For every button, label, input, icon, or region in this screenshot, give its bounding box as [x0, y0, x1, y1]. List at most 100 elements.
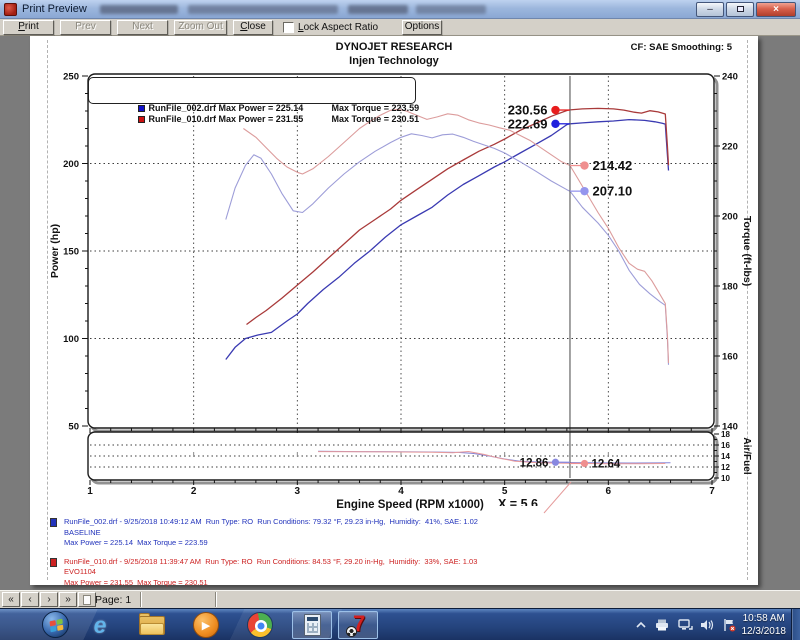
- run-max-line: Max Power = 225.14 Max Torque = 223.59: [64, 538, 478, 549]
- svg-text:16: 16: [721, 441, 730, 450]
- close-preview-button[interactable]: Close: [233, 20, 273, 35]
- redacted-title-text: [348, 5, 408, 14]
- afr-callout-value: 12.86: [520, 457, 549, 469]
- first-page-button[interactable]: «: [2, 592, 20, 607]
- svg-text:100: 100: [63, 334, 79, 345]
- winpep-taskbar-button[interactable]: 7: [338, 611, 378, 639]
- prev-page-nav-button[interactable]: ‹: [21, 592, 39, 607]
- calculator-icon: [304, 614, 321, 636]
- chrome-icon[interactable]: [246, 611, 274, 639]
- zoom-out-button[interactable]: Zoom Out: [174, 20, 227, 35]
- callout-value: 222.69: [508, 116, 548, 131]
- svg-text:10: 10: [721, 474, 730, 483]
- callout-value: 207.10: [592, 184, 632, 199]
- svg-text:18: 18: [721, 430, 730, 439]
- play-icon: ▶: [193, 612, 219, 638]
- close-window-button[interactable]: ×: [756, 2, 796, 17]
- redacted-title-text: [100, 5, 178, 14]
- options-button[interactable]: Options: [402, 20, 442, 35]
- svg-text:2: 2: [191, 486, 197, 497]
- legend-text: Max Torque = 230.51: [331, 114, 419, 124]
- svg-text:14: 14: [721, 452, 730, 461]
- lock-aspect-ratio-checkbox[interactable]: [283, 22, 294, 33]
- x-axis-title: Engine Speed (RPM x1000): [336, 499, 484, 511]
- next-page-button[interactable]: Next: [117, 20, 168, 35]
- start-button[interactable]: [42, 611, 69, 638]
- callout-dot: [580, 187, 588, 195]
- svg-text:4: 4: [398, 486, 404, 497]
- prev-page-button[interactable]: Prev: [60, 20, 111, 35]
- run-name-line: EVO1104: [64, 567, 478, 578]
- network-icon[interactable]: [677, 618, 693, 632]
- preview-toolbar: Print Prev Next Zoom Out Close Lock Aspe…: [0, 19, 800, 36]
- system-tray: [635, 609, 736, 640]
- svg-text:6: 6: [606, 486, 612, 497]
- afr-callout-dot: [552, 459, 559, 466]
- callout-value: 230.56: [508, 103, 548, 118]
- svg-text:240: 240: [722, 72, 738, 83]
- volume-icon[interactable]: [700, 618, 715, 632]
- svg-text:220: 220: [722, 142, 738, 153]
- svg-text:7: 7: [709, 486, 715, 497]
- preview-area: DYNOJET RESEARCH Injen Technology CF: SA…: [0, 36, 800, 590]
- chrome-logo: [247, 612, 273, 638]
- afr-callout-dot: [581, 460, 588, 467]
- media-player-icon[interactable]: ▶: [192, 611, 220, 639]
- legend-swatch-red: [138, 116, 145, 123]
- action-center-flag-icon[interactable]: [722, 618, 736, 632]
- cursor-label-leader: [544, 482, 571, 513]
- file-explorer-icon[interactable]: [138, 611, 166, 639]
- tray-expand-icon[interactable]: [635, 619, 647, 631]
- folder-icon: [139, 616, 165, 635]
- svg-text:160: 160: [722, 352, 738, 363]
- show-desktop-button[interactable]: [791, 609, 800, 640]
- winpep-icon: 7: [346, 613, 370, 637]
- windows-logo-icon: [50, 619, 64, 633]
- svg-text:50: 50: [68, 422, 79, 433]
- cursor-x-value: X = 5.6: [498, 497, 538, 506]
- internet-explorer-icon[interactable]: e: [86, 611, 114, 639]
- svg-text:250: 250: [63, 72, 79, 83]
- redacted-title-text: [188, 5, 338, 14]
- svg-text:1: 1: [87, 486, 93, 497]
- soccer-ball-icon: [346, 626, 357, 637]
- calculator-taskbar-button[interactable]: [292, 611, 332, 639]
- legend-text: RunFile_010.drf Max Power = 231.55: [148, 114, 331, 124]
- clock-time: 10:58 AM: [742, 612, 787, 625]
- callout-value: 214.42: [592, 158, 632, 173]
- taskbar-clock[interactable]: 10:58 AM 12/3/2018: [742, 612, 787, 638]
- svg-text:200: 200: [63, 159, 79, 170]
- redacted-title-text: [416, 5, 486, 14]
- window-titlebar: Print Preview – ×: [0, 0, 800, 19]
- svg-text:180: 180: [722, 282, 738, 293]
- svg-text:200: 200: [722, 212, 738, 223]
- run-details-red: RunFile_010.drf - 9/25/2018 11:39:47 AM …: [50, 557, 478, 589]
- restore-icon: [737, 6, 744, 12]
- run-details-blue: RunFile_002.drf - 9/25/2018 10:49:12 AM …: [50, 517, 478, 549]
- run-swatch-red: [50, 558, 57, 567]
- run-swatch-blue: [50, 518, 57, 527]
- print-button[interactable]: Print: [3, 20, 54, 35]
- clock-date: 12/3/2018: [742, 625, 787, 638]
- page-icon: [83, 595, 91, 605]
- lock-aspect-ratio-label: Lock Aspect Ratio: [298, 22, 378, 33]
- afr-axis-title: Air/Fuel: [741, 437, 752, 474]
- window-title: Print Preview: [22, 3, 87, 15]
- run-max-line: Max Power = 231.55 Max Torque = 230.51: [64, 578, 478, 589]
- report-page[interactable]: DYNOJET RESEARCH Injen Technology CF: SA…: [30, 36, 758, 585]
- svg-text:5: 5: [502, 486, 508, 497]
- svg-text:150: 150: [63, 247, 79, 258]
- callout-dot: [551, 106, 559, 114]
- restore-button[interactable]: [726, 2, 754, 17]
- windows-taskbar: e ▶ 7 10:58 AM 12/3/2018: [0, 608, 800, 640]
- callout-dot: [551, 120, 559, 128]
- afr-callout-value: 12.64: [591, 458, 620, 470]
- svg-text:12: 12: [721, 463, 730, 472]
- svg-text:3: 3: [295, 486, 301, 497]
- chart-legend: RunFile_002.drf Max Power = 225.14Max To…: [88, 77, 416, 104]
- printer-icon[interactable]: [654, 618, 670, 632]
- app-icon: [4, 3, 17, 16]
- power-axis-title: Power (hp): [49, 224, 61, 278]
- callout-dot: [580, 161, 588, 169]
- minimize-button[interactable]: –: [696, 2, 724, 17]
